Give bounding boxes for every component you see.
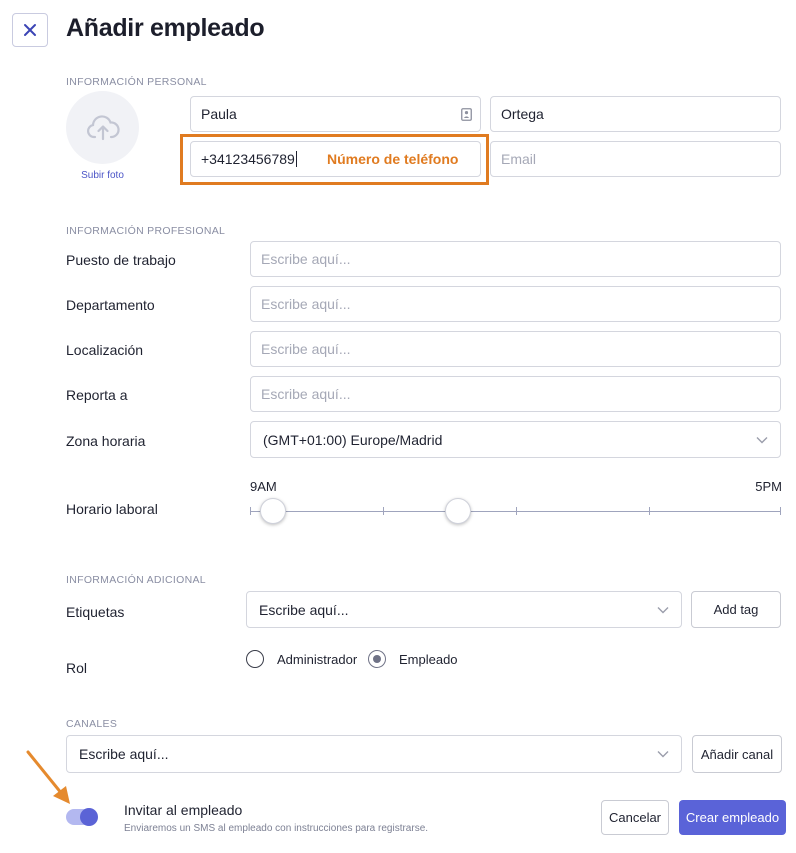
channels-select[interactable]: Escribe aquí... [66,735,682,773]
timezone-value: (GMT+01:00) Europe/Madrid [263,431,443,448]
schedule-label: Horario laboral [66,501,158,517]
role-employee-label: Empleado [399,652,458,667]
invite-description: Enviaremos un SMS al empleado con instru… [124,823,429,834]
slider-tick [250,507,251,515]
email-placeholder: Email [501,151,537,167]
role-label: Rol [66,660,88,676]
email-field[interactable]: Email [490,141,781,177]
slider-tick [780,507,781,515]
department-placeholder: Escribe aquí... [261,296,351,312]
slider-tick [516,507,517,515]
tags-placeholder: Escribe aquí... [259,601,349,618]
last-name-field[interactable]: Ortega [490,96,781,132]
job-field[interactable]: Escribe aquí... [250,241,781,277]
location-label: Localización [66,342,144,358]
reports-to-label: Reporta a [66,387,128,403]
schedule-start-label: 9AM [250,479,277,494]
tags-select[interactable]: Escribe aquí... [246,591,682,628]
toggle-knob [80,808,98,826]
close-button[interactable] [12,13,48,47]
slider-tick [383,507,384,515]
create-employee-button[interactable]: Crear empleado [679,800,786,835]
upload-photo-link[interactable]: Subir foto [66,170,139,181]
section-label-channels: CANALES [66,718,118,730]
cloud-upload-icon [86,114,120,140]
channels-placeholder: Escribe aquí... [79,746,169,762]
invite-title: Invitar al empleado [124,802,243,818]
job-label: Puesto de trabajo [66,252,176,268]
section-label-professional: INFORMACIÓN PROFESIONAL [66,225,226,237]
contact-card-icon [461,108,472,121]
close-icon [24,24,36,36]
department-field[interactable]: Escribe aquí... [250,286,781,322]
reports-to-placeholder: Escribe aquí... [261,386,351,402]
schedule-end-handle[interactable] [445,498,471,524]
chevron-down-icon [657,606,669,613]
phone-annotation: Número de teléfono [327,151,459,167]
invite-toggle[interactable] [66,808,98,826]
schedule-end-label: 5PM [755,479,782,494]
role-admin-label: Administrador [277,652,358,667]
cancel-button[interactable]: Cancelar [601,800,669,835]
page-title: Añadir empleado [66,14,265,42]
annotation-arrow-icon [26,750,70,804]
avatar-upload[interactable] [66,91,139,164]
slider-tick [649,507,650,515]
location-placeholder: Escribe aquí... [261,341,351,357]
section-label-personal: INFORMACIÓN PERSONAL [66,76,207,88]
section-label-additional: INFORMACIÓN ADICIONAL [66,574,206,586]
first-name-field[interactable]: Paula [190,96,481,132]
chevron-down-icon [756,436,768,443]
role-admin-radio[interactable] [246,650,264,668]
chevron-down-icon [657,751,669,758]
reports-to-field[interactable]: Escribe aquí... [250,376,781,412]
last-name-value: Ortega [501,106,544,122]
role-employee-radio[interactable] [368,650,386,668]
tags-label: Etiquetas [66,604,125,620]
timezone-label: Zona horaria [66,433,146,449]
first-name-value: Paula [201,106,237,122]
timezone-select[interactable]: (GMT+01:00) Europe/Madrid [250,421,781,458]
department-label: Departamento [66,297,155,313]
add-channel-button[interactable]: Añadir canal [692,735,782,773]
job-placeholder: Escribe aquí... [261,251,351,267]
schedule-start-handle[interactable] [260,498,286,524]
location-field[interactable]: Escribe aquí... [250,331,781,367]
add-tag-button[interactable]: Add tag [691,591,781,628]
